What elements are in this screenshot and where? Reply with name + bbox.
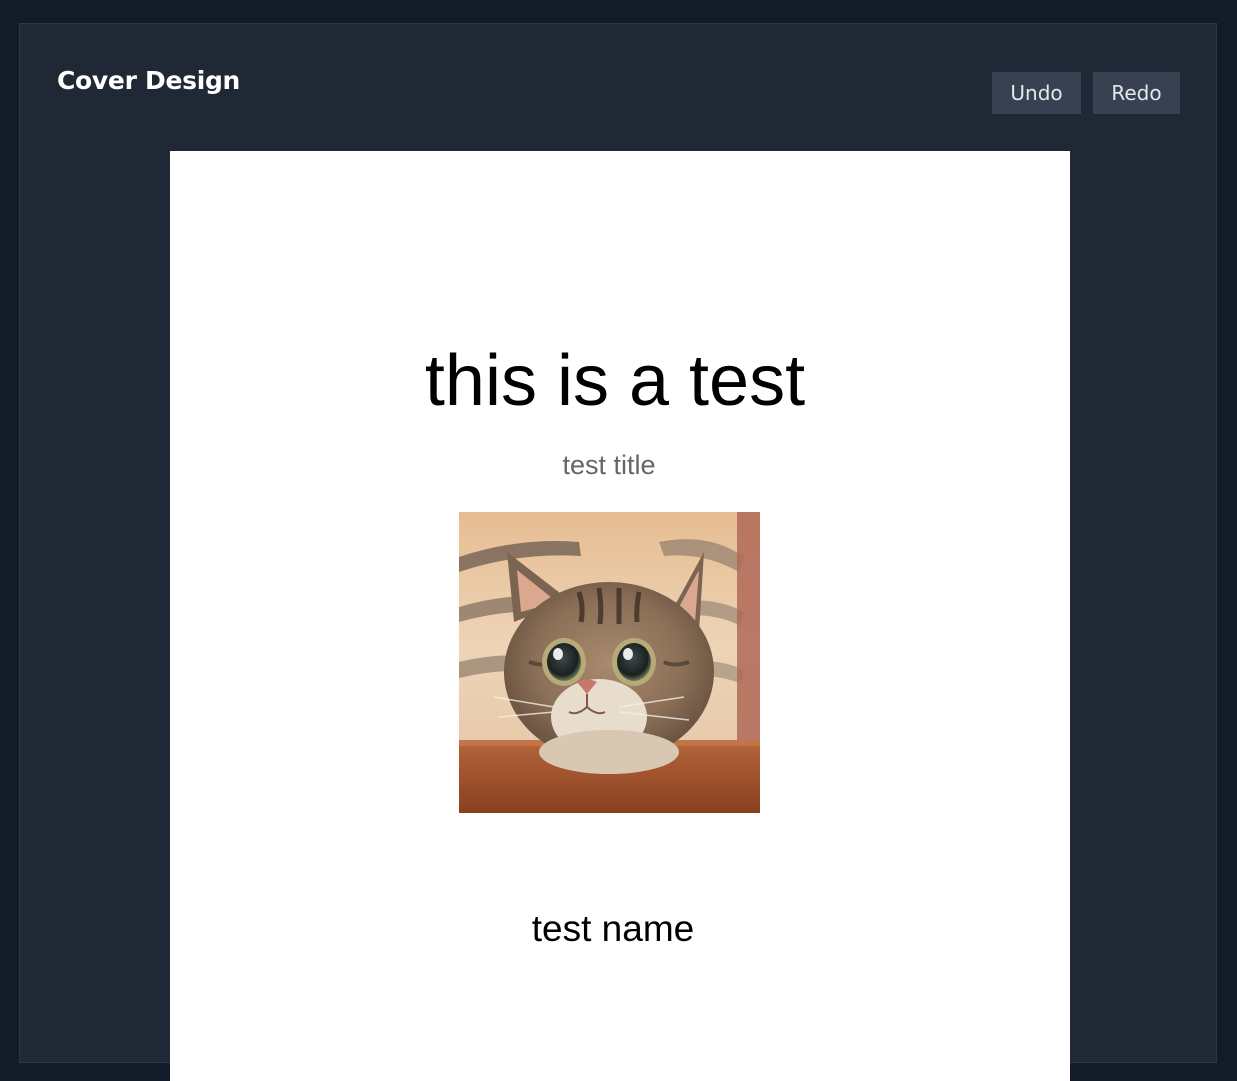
redo-button[interactable]: Redo xyxy=(1093,72,1180,114)
cover-heading-text: this is a test xyxy=(424,341,806,421)
cat-photo-image xyxy=(459,512,760,813)
panel-title: Cover Design xyxy=(57,66,241,95)
undo-button[interactable]: Undo xyxy=(992,72,1081,114)
toolbar: Undo Redo xyxy=(992,72,1180,114)
cover-canvas[interactable]: this is a test test title test name xyxy=(170,151,1070,1081)
cover-subtitle-text: test title xyxy=(562,450,656,480)
cover-subtitle[interactable]: test title xyxy=(170,448,1070,482)
cover-name-text: test name xyxy=(531,908,695,949)
cover-design-panel: Cover Design Undo Redo this is a test te… xyxy=(19,23,1217,1081)
cover-name[interactable]: test name xyxy=(170,908,1070,950)
cover-heading[interactable]: this is a test xyxy=(170,341,1070,421)
cover-image[interactable] xyxy=(459,512,760,813)
